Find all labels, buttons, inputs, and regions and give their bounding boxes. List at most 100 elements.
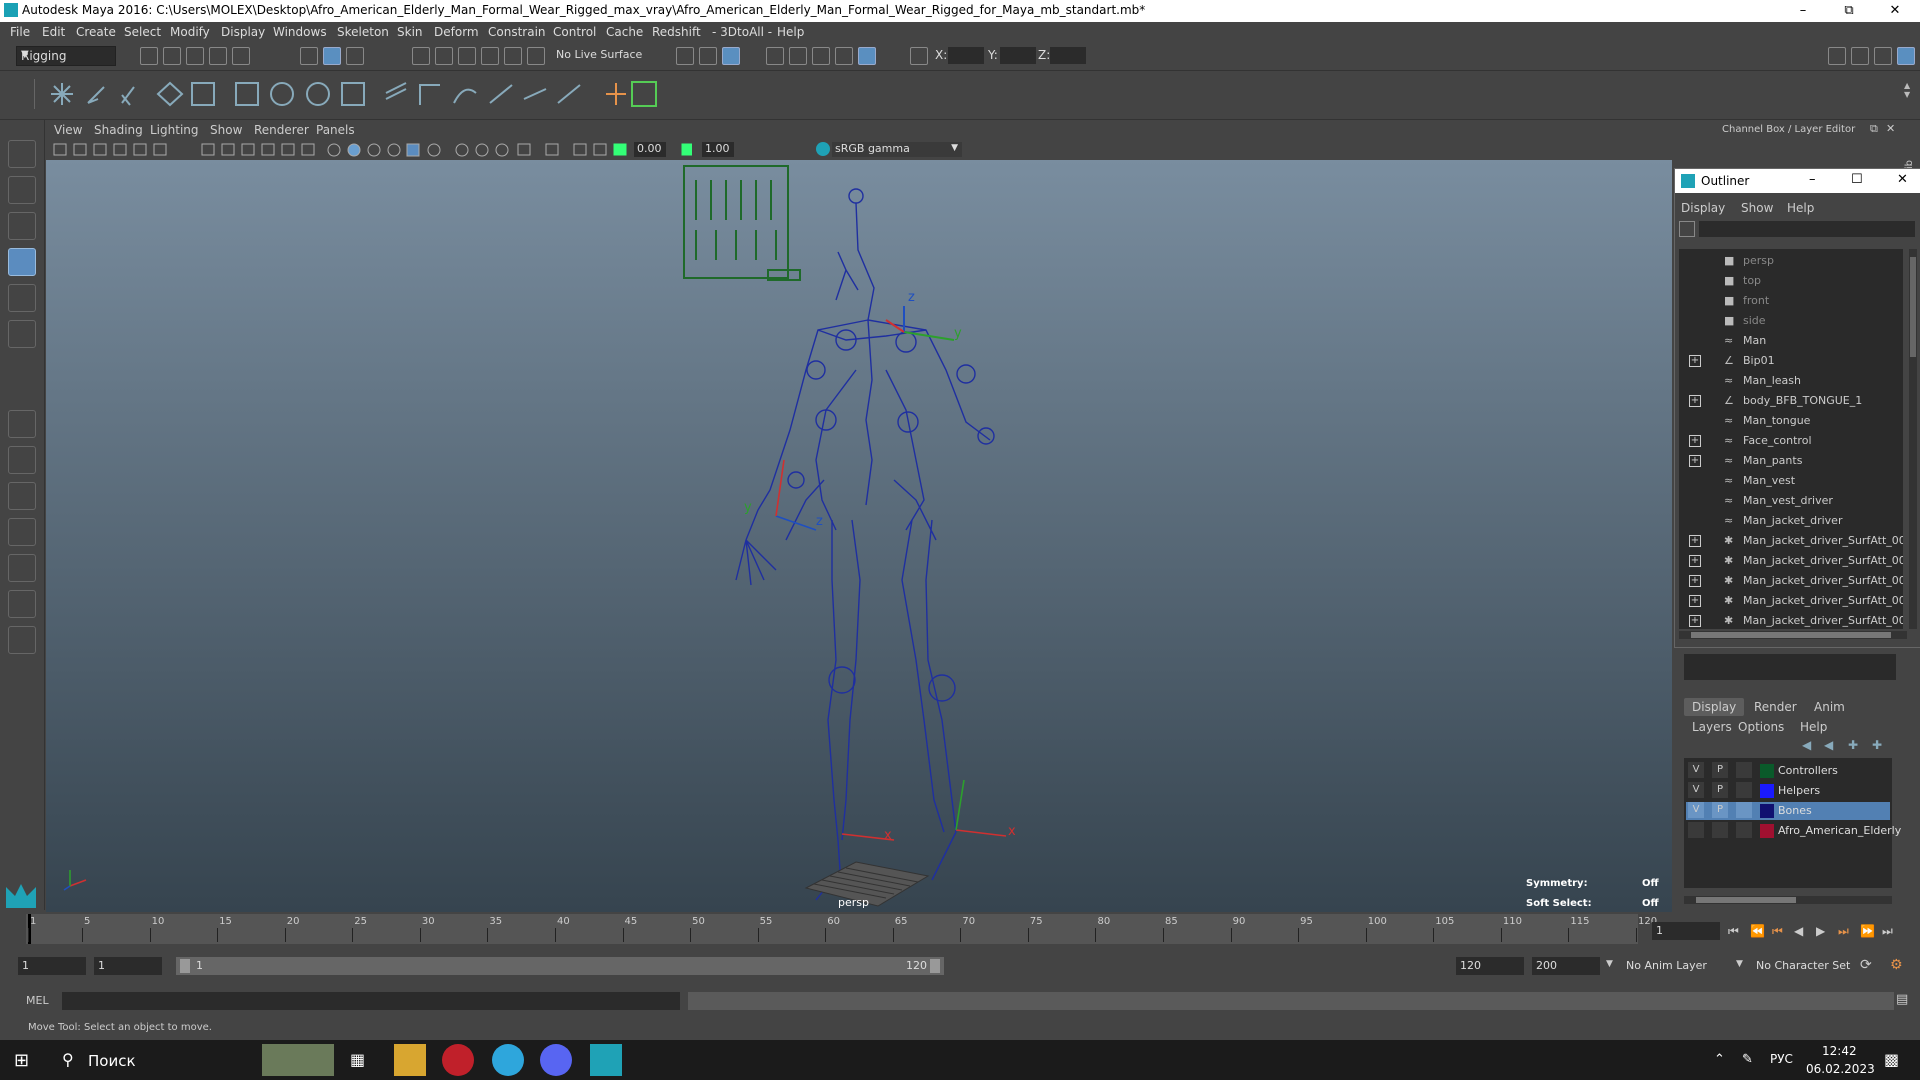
vp-menu-show[interactable]: Show	[210, 123, 242, 137]
expand-icon[interactable]: +	[1689, 615, 1701, 627]
outliner-menu-help[interactable]: Help	[1787, 201, 1814, 215]
auto-key-icon[interactable]: ⟳	[1860, 957, 1872, 973]
snap-center-icon[interactable]	[527, 47, 545, 65]
expand-icon[interactable]: +	[1689, 555, 1701, 567]
next-key-icon[interactable]: ⏭	[1838, 924, 1849, 939]
script-editor-icon[interactable]: ▤	[1896, 992, 1908, 1007]
scroll-thumb[interactable]	[1910, 257, 1916, 357]
vp-menu-renderer[interactable]: Renderer	[254, 123, 309, 137]
outliner-item[interactable]: + ∠ Bip01	[1679, 351, 1903, 371]
current-frame-field[interactable]: 1	[1652, 922, 1720, 940]
channel-box-icon[interactable]	[1897, 47, 1915, 65]
scale-tool-icon[interactable]	[8, 320, 36, 348]
outliner-menu-display[interactable]: Display	[1681, 201, 1725, 215]
outliner-menu-show[interactable]: Show	[1741, 201, 1773, 215]
mel-input[interactable]	[62, 992, 680, 1010]
persp-outliner-icon[interactable]	[8, 482, 36, 510]
modeling-toolkit-icon[interactable]	[1828, 47, 1846, 65]
anim-layer-select[interactable]: No Anim Layer	[1626, 959, 1707, 972]
search-icon[interactable]: ⚲	[62, 1050, 74, 1069]
single-pane-icon[interactable]	[8, 410, 36, 438]
playback-toggle[interactable]	[1712, 822, 1728, 838]
visibility-toggle[interactable]: V	[1688, 782, 1704, 798]
snap-view-icon[interactable]	[481, 47, 499, 65]
end-time-field[interactable]: 120	[1456, 957, 1524, 975]
select-object-icon[interactable]	[323, 47, 341, 65]
outliner-item[interactable]: + ✱ Man_jacket_driver_SurfAtt_004	[1679, 591, 1903, 611]
vp-menu-view[interactable]: View	[54, 123, 82, 137]
tool-settings-icon[interactable]	[1874, 47, 1892, 65]
menu-file[interactable]: File	[10, 25, 30, 39]
vp-menu-shading[interactable]: Shading	[94, 123, 143, 137]
outliner-hscrollbar[interactable]	[1679, 631, 1907, 639]
layer-row[interactable]: V P Bones	[1686, 802, 1890, 820]
exposure-field[interactable]: 0.00	[634, 142, 666, 157]
menu-edit[interactable]: Edit	[42, 25, 65, 39]
move-tool-icon[interactable]	[8, 248, 36, 276]
layer-color-swatch[interactable]	[1760, 824, 1774, 838]
maximize-icon[interactable]: ☐	[1851, 172, 1863, 187]
outliner-item[interactable]: ■ persp	[1679, 251, 1903, 271]
task-view-icon[interactable]: ▦	[350, 1050, 365, 1069]
move-layer-up-icon[interactable]: ◀	[1802, 738, 1811, 752]
lasso-tool-icon[interactable]	[8, 176, 36, 204]
outliner-search-input[interactable]	[1699, 221, 1915, 237]
outliner-item[interactable]: ≈ Man_jacket_driver	[1679, 511, 1903, 531]
chevron-up-icon[interactable]: ⌃	[1714, 1052, 1725, 1067]
y-field[interactable]	[1000, 47, 1036, 64]
play-forward-icon[interactable]: ▶	[1816, 924, 1825, 938]
new-layer-icon[interactable]: ✚	[1848, 738, 1858, 752]
minimize-button[interactable]: –	[1780, 0, 1826, 22]
clock-date[interactable]: 06.02.2023	[1806, 1062, 1875, 1076]
chevron-down-icon[interactable]: ▼	[1736, 959, 1743, 969]
mode-selector[interactable]: Rigging ▼	[16, 46, 116, 66]
layer-color-swatch[interactable]	[1760, 764, 1774, 778]
select-tool-icon[interactable]	[8, 140, 36, 168]
shelf-menu-icon[interactable]	[20, 79, 35, 109]
playback-toggle[interactable]: P	[1712, 762, 1728, 778]
outliner-item[interactable]: ≈ Man	[1679, 331, 1903, 351]
display-type-toggle[interactable]	[1736, 802, 1752, 818]
outliner-item[interactable]: + ✱ Man_jacket_driver_SurfAtt_003	[1679, 571, 1903, 591]
z-field[interactable]	[1050, 47, 1086, 64]
perspective-viewport[interactable]: y z y z x x persp Symmetry: Off Soft Sel…	[46, 160, 1672, 912]
go-to-start-icon[interactable]: ⏮	[1728, 924, 1739, 939]
menu-cache[interactable]: Cache	[606, 25, 643, 39]
live-surface-label[interactable]: No Live Surface	[556, 48, 642, 61]
redo-icon[interactable]	[232, 47, 250, 65]
outliner-item[interactable]: ■ front	[1679, 291, 1903, 311]
new-scene-icon[interactable]	[140, 47, 158, 65]
shelf-scroll-icon[interactable]: ▲ ▼	[1904, 81, 1914, 111]
outliner-item[interactable]: + ✱ Man_jacket_driver_SurfAtt_005	[1679, 611, 1903, 629]
expand-icon[interactable]: +	[1689, 575, 1701, 587]
layer-color-swatch[interactable]	[1760, 784, 1774, 798]
snap-surface-icon[interactable]	[504, 47, 522, 65]
opera-icon[interactable]	[442, 1044, 474, 1076]
range-start-time-field[interactable]: 1	[94, 957, 162, 975]
time-slider[interactable]: 1 5 10 15 20 25 30 35 40 45 50 55 60 65 70 75 80 85 90 95 10…	[0, 912, 1920, 946]
save-scene-icon[interactable]	[186, 47, 204, 65]
tab-display[interactable]: Display	[1684, 698, 1745, 716]
character-set-select[interactable]: No Character Set	[1756, 959, 1850, 972]
output-ops-icon[interactable]	[699, 47, 717, 65]
max-time-field[interactable]: 200	[1532, 957, 1600, 975]
menu-select[interactable]: Select	[124, 25, 161, 39]
outliner-scrollbar[interactable]	[1909, 249, 1917, 629]
display-type-toggle[interactable]	[1736, 822, 1752, 838]
expand-icon[interactable]: +	[1689, 395, 1701, 407]
expand-icon[interactable]: +	[1689, 535, 1701, 547]
expand-icon[interactable]: +	[1689, 595, 1701, 607]
menu-help[interactable]: Help	[777, 25, 804, 39]
telegram-icon[interactable]	[492, 1044, 524, 1076]
outliner-item[interactable]: + ✱ Man_jacket_driver_SurfAtt_002	[1679, 551, 1903, 571]
snap-point-icon[interactable]	[458, 47, 476, 65]
snap-curve-icon[interactable]	[435, 47, 453, 65]
expand-icon[interactable]: +	[1689, 455, 1701, 467]
expand-icon[interactable]: +	[1689, 355, 1701, 367]
help-menu[interactable]: Help	[1800, 720, 1827, 734]
tab-anim[interactable]: Anim	[1806, 698, 1853, 716]
menu-display[interactable]: Display	[221, 25, 265, 39]
step-forward-icon[interactable]: ⏩	[1860, 924, 1875, 938]
render-frame-icon[interactable]	[789, 47, 807, 65]
outliner-item[interactable]: + ∠ body_BFB_TONGUE_1	[1679, 391, 1903, 411]
